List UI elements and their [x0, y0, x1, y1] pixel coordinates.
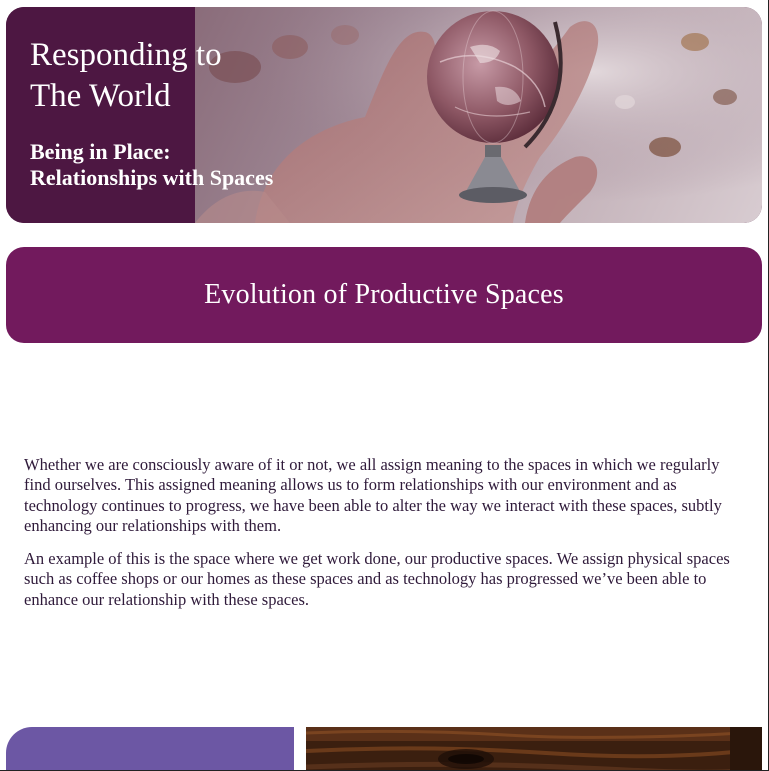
hero-banner: Responding to The World Being in Place: …	[6, 7, 762, 223]
paragraph: An example of this is the space where we…	[24, 549, 730, 609]
section-title: Evolution of Productive Spaces	[204, 279, 564, 310]
purple-card	[6, 727, 294, 770]
wood-texture-image	[306, 727, 762, 770]
hero-title: Responding to The World	[30, 37, 222, 114]
section-banner: Evolution of Productive Spaces	[6, 247, 762, 343]
article-body: Whether we are consciously aware of it o…	[24, 455, 740, 623]
page: Responding to The World Being in Place: …	[0, 0, 769, 771]
paragraph: Whether we are consciously aware of it o…	[24, 455, 722, 535]
hero-subtitle: Being in Place: Relationships with Space…	[30, 139, 274, 190]
